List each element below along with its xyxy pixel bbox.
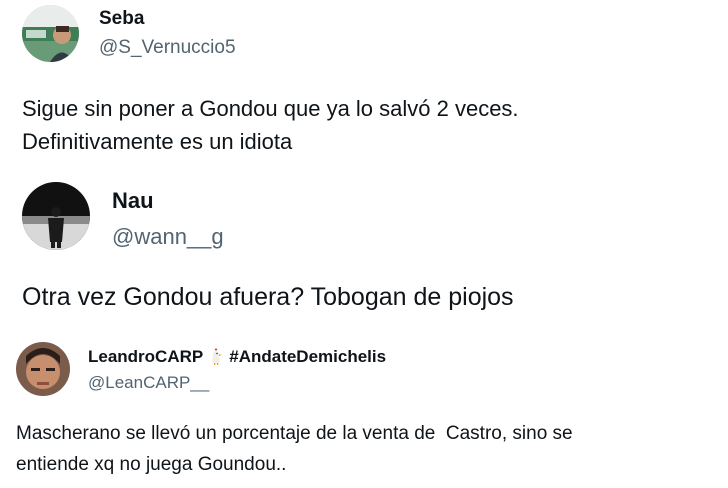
user-handle[interactable]: @wann__g <box>112 224 224 250</box>
tweet-text-line: Definitivamente es un idiota <box>22 129 293 154</box>
display-name[interactable]: LeandroCARP #AndateDemichelis <box>88 347 386 367</box>
avatar[interactable] <box>22 182 90 250</box>
user-handle[interactable]: @S_Vernuccio5 <box>99 37 236 59</box>
tweet-text: Otra vez Gondou afuera? Tobogan de piojo… <box>22 283 514 312</box>
avatar[interactable] <box>16 342 70 396</box>
tweet-text: Mascherano se llevó un porcentaje de la … <box>16 418 573 480</box>
tweet-2: Nau @wann__g Otra vez Gondou afuera? Tob… <box>0 170 728 330</box>
tweet-text-line: Sigue sin poner a Gondou que ya lo salvó… <box>22 96 519 121</box>
chicken-icon <box>209 347 223 365</box>
tweet-text-line: Mascherano se llevó un porcentaje de la … <box>16 423 573 444</box>
display-name-hashtag[interactable]: #AndateDemichelis <box>229 347 386 366</box>
display-name[interactable]: Nau <box>112 188 154 214</box>
tweet-3: LeandroCARP #AndateDemichelis @LeanCARP_… <box>0 330 728 488</box>
tweet-text: Sigue sin poner a Gondou que ya lo salvó… <box>22 92 519 158</box>
tweet-1: Seba @S_Vernuccio5 Sigue sin poner a Gon… <box>0 0 728 170</box>
user-handle[interactable]: @LeanCARP__ <box>88 373 209 393</box>
display-name-text: LeandroCARP <box>88 347 204 366</box>
tweet-text-line: Otra vez Gondou afuera? Tobogan de piojo… <box>22 283 514 311</box>
avatar[interactable] <box>22 5 79 62</box>
display-name[interactable]: Seba <box>99 8 144 30</box>
tweet-text-line: entiende xq no juega Goundou.. <box>16 454 287 475</box>
